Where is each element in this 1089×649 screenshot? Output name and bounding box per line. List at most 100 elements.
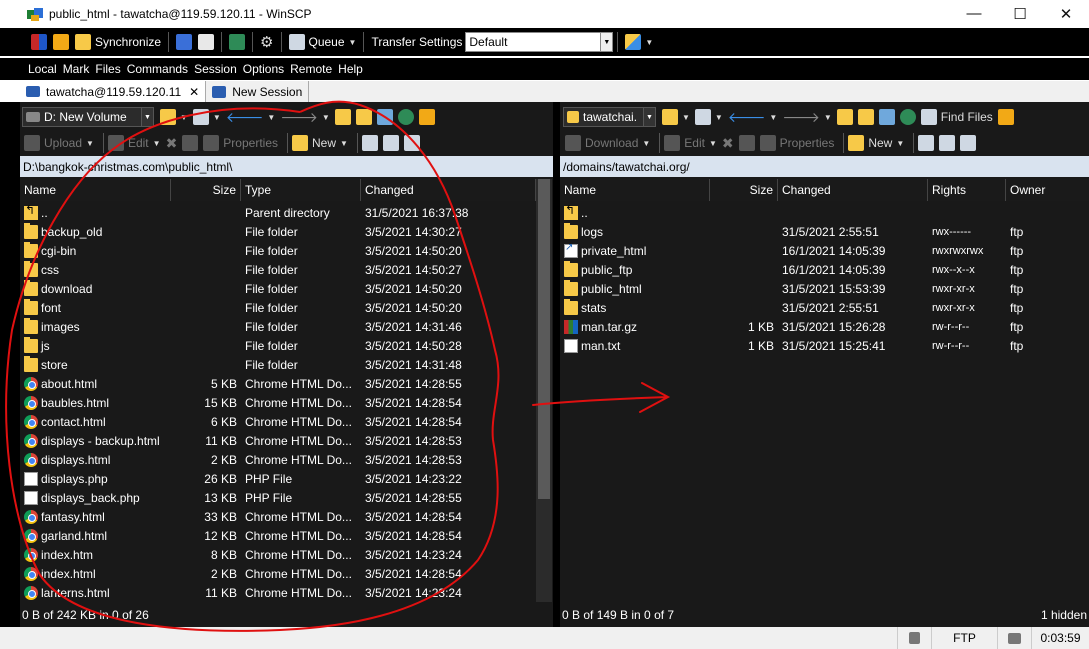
file-row[interactable]: .. — [560, 203, 1089, 222]
rename-icon[interactable] — [738, 135, 755, 151]
file-row[interactable]: logs 31/5/2021 2:55:51 rwx------ ftp — [560, 222, 1089, 241]
home-icon[interactable] — [878, 109, 895, 125]
file-row[interactable]: displays - backup.html 11 KB Chrome HTML D… — [20, 431, 536, 450]
delete-icon[interactable]: ✖ — [722, 135, 734, 152]
file-row[interactable]: download File folder 3/5/2021 14:50:20 — [20, 279, 536, 298]
tab-session[interactable]: tawatcha@119.59.120.11 ✕ — [20, 81, 207, 102]
transfer-settings-select[interactable]: Default ▼ — [465, 32, 614, 52]
close-button[interactable]: ✕ — [1043, 0, 1089, 27]
bookmark-icon[interactable] — [418, 109, 435, 125]
root-dir-icon[interactable] — [355, 109, 372, 125]
column-owner[interactable]: Owner — [1006, 179, 1089, 201]
file-row[interactable]: public_ftp 16/1/2021 14:05:39 rwx--x--x ftp — [560, 260, 1089, 279]
filter-icon[interactable]: ▼ — [192, 109, 221, 125]
file-row[interactable]: displays.html 2 KB Chrome HTML Do... 3/5/20… — [20, 450, 536, 469]
remote-path-bar[interactable]: /domains/tawatchai.org/ — [560, 156, 1089, 177]
file-row[interactable]: images File folder 3/5/2021 14:31:46 — [20, 317, 536, 336]
compare-icon[interactable] — [28, 31, 50, 53]
file-row[interactable]: cgi-bin File folder 3/5/2021 14:50:20 — [20, 241, 536, 260]
file-row[interactable]: js File folder 3/5/2021 14:50:28 — [20, 336, 536, 355]
new-button[interactable]: New ▼ — [292, 135, 348, 151]
edit-button[interactable]: Edit ▼ — [664, 135, 717, 151]
refresh-icon[interactable] — [397, 109, 414, 125]
file-row[interactable]: displays.php 26 KB PHP File 3/5/2021 14:23:… — [20, 469, 536, 488]
column-size[interactable]: Size — [171, 179, 241, 201]
local-path-bar[interactable]: D:\bangkok-christmas.com\public_html\ — [20, 156, 553, 177]
forward-icon[interactable]: 🡒 ▼ — [782, 109, 831, 126]
file-row[interactable]: man.tar.gz 1 KB 31/5/2021 15:26:28 rw-r--r-… — [560, 317, 1089, 336]
file-row[interactable]: public_html 31/5/2021 15:53:39 rwxr-xr-x ft… — [560, 279, 1089, 298]
back-icon[interactable]: 🡐 ▼ — [728, 109, 777, 126]
file-row[interactable]: man.txt 1 KB 31/5/2021 15:25:41 rw-r--r-- ft… — [560, 336, 1089, 355]
select-all-icon[interactable] — [361, 135, 378, 151]
menu-remote[interactable]: Remote — [290, 62, 332, 76]
parent-dir-icon[interactable] — [334, 109, 351, 125]
local-scrollbar-thumb[interactable] — [538, 179, 550, 499]
open-folder-icon[interactable]: ▼ — [662, 109, 690, 125]
gear-icon[interactable]: ⚙ — [257, 31, 276, 53]
local-drive-select[interactable]: D: New Volume ▼ — [22, 107, 154, 127]
column-size[interactable]: Size — [710, 179, 778, 201]
refresh-icon[interactable] — [899, 109, 916, 125]
column-changed[interactable]: Changed — [778, 179, 928, 201]
rename-icon[interactable] — [182, 135, 199, 151]
properties-button[interactable]: Properties — [759, 135, 834, 151]
new-button[interactable]: New ▼ — [848, 135, 904, 151]
column-name[interactable]: Name — [560, 179, 710, 201]
menu-session[interactable]: Session — [194, 62, 237, 76]
properties-button[interactable]: Properties — [203, 135, 278, 151]
console-icon[interactable] — [173, 31, 195, 53]
download-button[interactable]: Download ▼ — [565, 135, 650, 151]
file-row[interactable]: about.html 5 KB Chrome HTML Do... 3/5/2021 … — [20, 374, 536, 393]
local-scrollbar[interactable] — [536, 179, 552, 602]
file-row[interactable]: private_html 16/1/2021 14:05:39 rwxrwxrwx f… — [560, 241, 1089, 260]
column-name[interactable]: Name — [20, 179, 171, 201]
file-row[interactable]: index.html 2 KB Chrome HTML Do... 3/5/2021 … — [20, 564, 536, 583]
menu-help[interactable]: Help — [338, 62, 363, 76]
unselect-icon[interactable] — [939, 135, 956, 151]
refresh-icon[interactable] — [226, 31, 248, 53]
parent-dir-icon[interactable] — [836, 109, 853, 125]
maximize-button[interactable]: ☐ — [997, 0, 1043, 27]
menu-commands[interactable]: Commands — [127, 62, 188, 76]
delete-icon[interactable]: ✖ — [166, 135, 178, 152]
menu-mark[interactable]: Mark — [63, 62, 90, 76]
file-row[interactable]: store File folder 3/5/2021 14:31:48 — [20, 355, 536, 374]
filter-select-icon[interactable] — [960, 135, 977, 151]
edit-button[interactable]: Edit ▼ — [107, 135, 161, 151]
column-rights[interactable]: Rights — [928, 179, 1006, 201]
synchronize-button[interactable]: Synchronize — [72, 31, 164, 53]
select-all-icon[interactable] — [918, 135, 935, 151]
file-row[interactable]: css File folder 3/5/2021 14:50:27 — [20, 260, 536, 279]
putty-icon[interactable] — [195, 31, 217, 53]
file-row[interactable]: backup_old File folder 3/5/2021 14:30:27 — [20, 222, 536, 241]
file-row[interactable]: .. Parent directory 31/5/2021 16:37:38 — [20, 203, 536, 222]
root-dir-icon[interactable] — [857, 109, 874, 125]
upload-button[interactable]: Upload ▼ — [24, 135, 94, 151]
filter-icon[interactable]: ▼ — [694, 109, 723, 125]
close-icon[interactable]: ✕ — [189, 85, 199, 99]
file-row[interactable]: index.htm 8 KB Chrome HTML Do... 3/5/2021 1… — [20, 545, 536, 564]
back-icon[interactable]: 🡐 ▼ — [226, 109, 275, 126]
forward-icon[interactable]: 🡒 ▼ — [280, 109, 329, 126]
file-row[interactable]: garland.html 12 KB Chrome HTML Do... 3/5/20… — [20, 526, 536, 545]
bookmark-icon[interactable] — [997, 109, 1014, 125]
find-files-button[interactable]: Find Files — [920, 109, 993, 125]
file-row[interactable]: lanterns.html 11 KB Chrome HTML Do... 3/5/2… — [20, 583, 536, 602]
column-changed[interactable]: Changed — [361, 179, 536, 201]
remote-dir-select[interactable]: tawatchai. ▼ — [563, 107, 656, 127]
menu-files[interactable]: Files — [95, 62, 120, 76]
menu-local[interactable]: Local — [28, 62, 57, 76]
tab-new-session[interactable]: New Session — [206, 81, 310, 102]
filter-select-icon[interactable] — [403, 135, 420, 151]
open-folder-icon[interactable]: ▼ — [160, 109, 188, 125]
menu-options[interactable]: Options — [243, 62, 284, 76]
file-row[interactable]: displays_back.php 13 KB PHP File 3/5/2021 1… — [20, 488, 536, 507]
sync-browse-icon[interactable] — [50, 31, 72, 53]
queue-button[interactable]: Queue ▼ — [286, 31, 360, 53]
unselect-icon[interactable] — [382, 135, 399, 151]
file-row[interactable]: contact.html 6 KB Chrome HTML Do... 3/5/202… — [20, 412, 536, 431]
column-type[interactable]: Type — [241, 179, 361, 201]
file-row[interactable]: baubles.html 15 KB Chrome HTML Do... 3/5/20… — [20, 393, 536, 412]
home-icon[interactable] — [376, 109, 393, 125]
